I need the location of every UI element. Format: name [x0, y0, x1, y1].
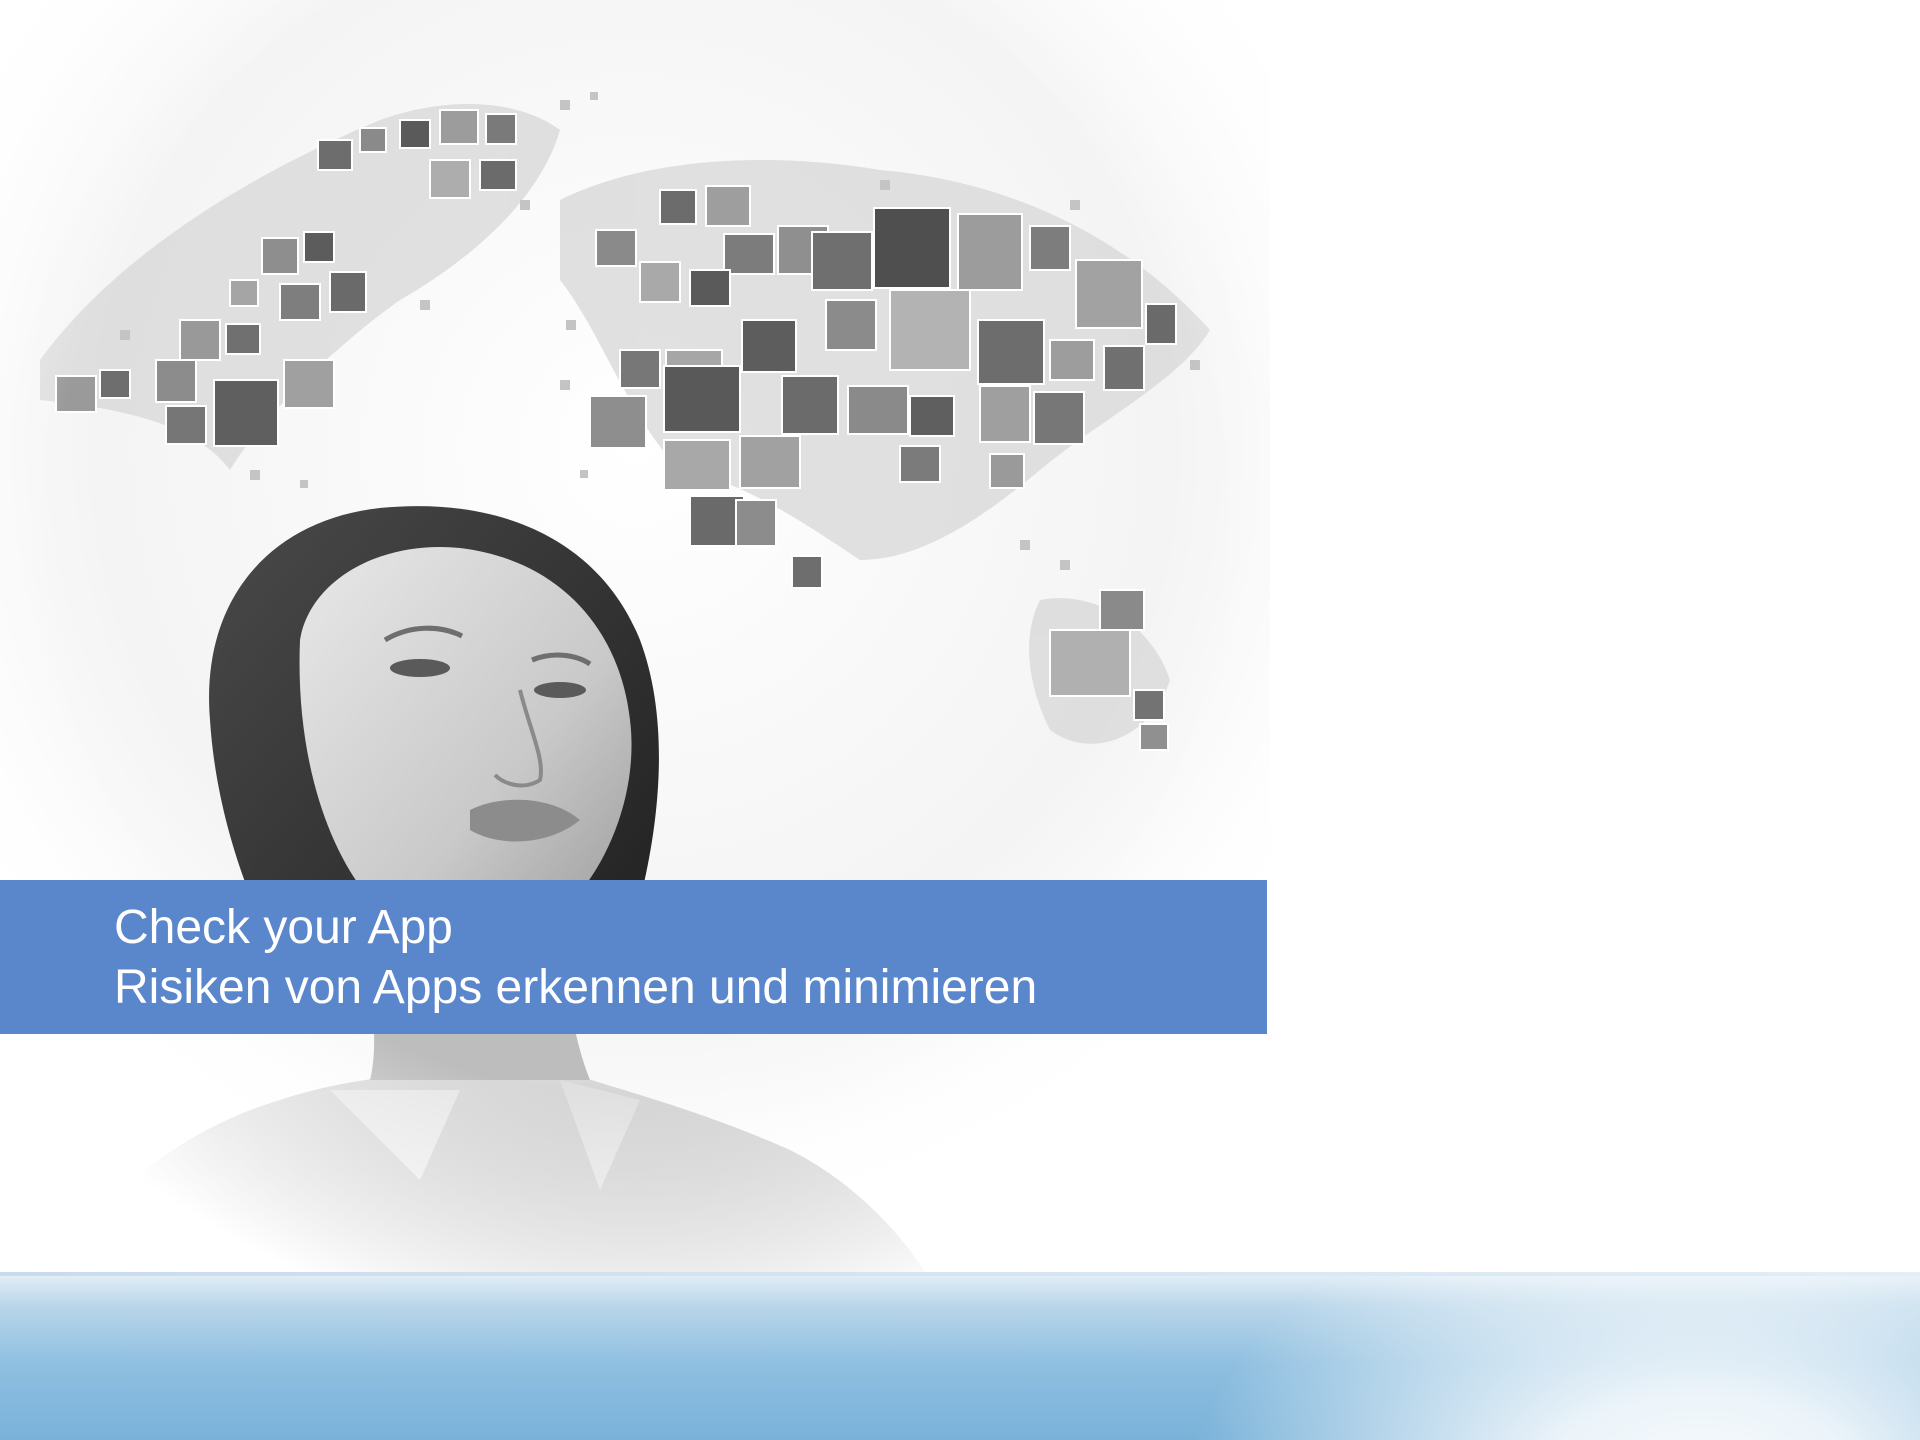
slide-title: Check your App	[114, 901, 453, 954]
slide-subtitle: Risiken von Apps erkennen und minimieren	[114, 961, 1038, 1014]
title-banner: Check your App Risiken von Apps erkennen…	[0, 880, 1267, 1034]
hero-photo	[0, 0, 1270, 1280]
bottom-decorative-band	[0, 1272, 1920, 1440]
presentation-slide: Check your App Risiken von Apps erkennen…	[0, 0, 1920, 1440]
woman-world-map-illustration	[0, 0, 1270, 1280]
